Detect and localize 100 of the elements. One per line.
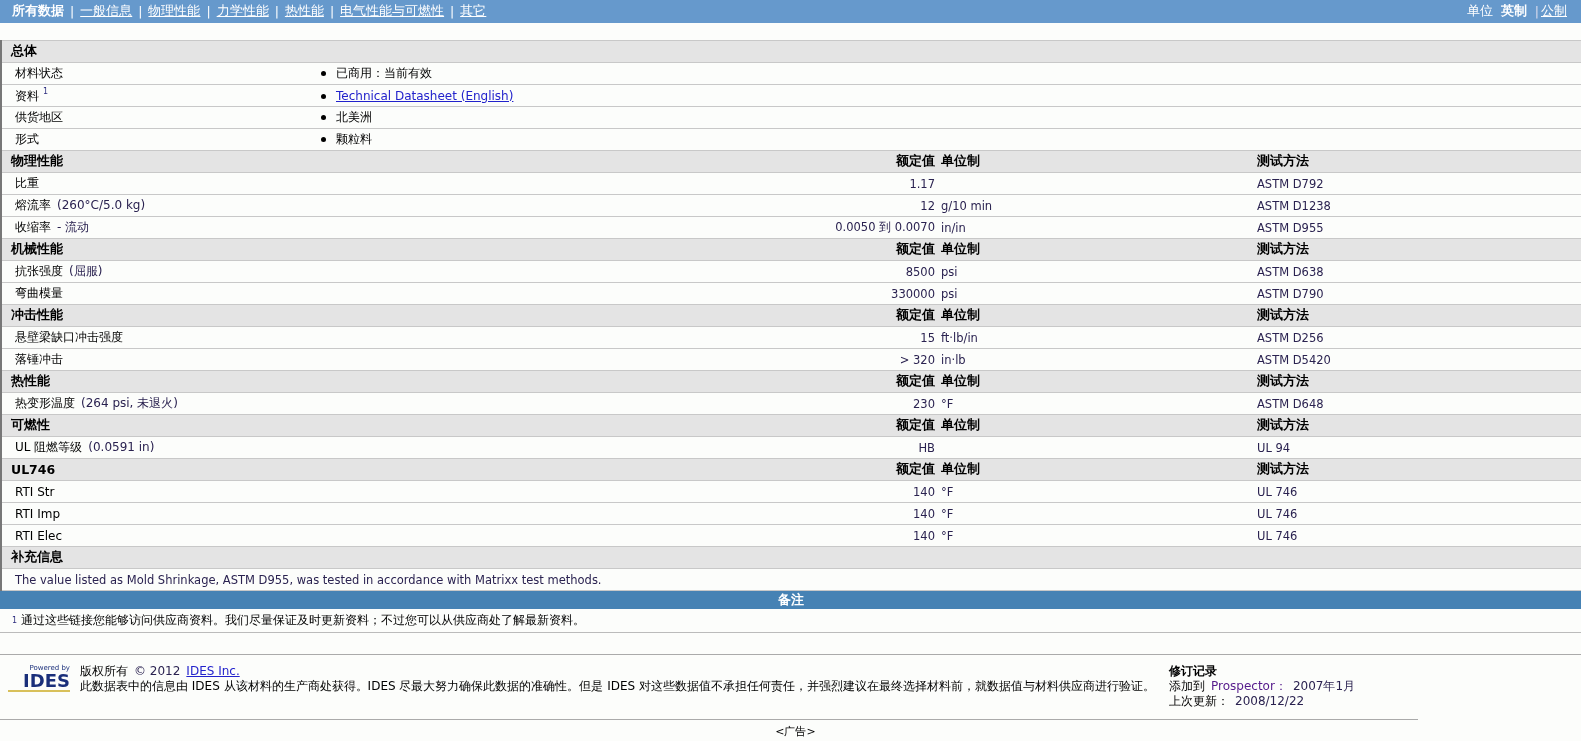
ad-label: <广告> [775,725,816,738]
column-header: 额定值 [896,417,935,432]
nav-tab[interactable]: 电气性能与可燃性 [340,3,445,20]
unit: g/10 min [941,198,993,213]
test-method: UL 746 [1257,484,1298,499]
footnote-text: 通过这些链接您能够访问供应商资料。我们尽量保证及时更新资料；不过您可以从供应商处了解最新资料。 [21,612,586,629]
column-header: 单位制 [941,241,980,256]
disclaimer-text: 此数据表中的信息由 IDES 从该材料的生产商处获得。IDES 尽最大努力确保此数据的准确性。但是 IDES 对这些数据值不承担任何责任，并强烈建议在最终选择材料前，就数据值与材料供应商进行验证。 [80,679,1155,694]
property-name: 热变形温度 [15,396,75,410]
unit-option[interactable]: 公制 [1541,3,1567,20]
column-header: 测试方法 [1257,307,1309,322]
nominal-value: 140 [913,506,935,521]
section-title: 机械性能 [11,241,63,256]
column-header: 额定值 [896,241,935,256]
test-method: UL 94 [1257,440,1291,455]
footnote-mark: 1 [43,86,49,96]
nominal-value: 0.0050 到 0.0070 [835,220,935,234]
nav-tab[interactable]: 一般信息 [80,3,133,20]
property-name: 比重 [15,176,39,190]
units-label: 单位 [1466,3,1493,20]
ides-link[interactable]: IDES Inc. [186,664,240,679]
property-name: RTI Imp [15,506,60,521]
test-method: ASTM D648 [1257,396,1324,411]
added-label: 添加到 [1169,679,1205,694]
nominal-value: 12 [920,198,935,213]
nominal-value: > 320 [899,352,935,367]
unit-option[interactable]: 英制 [1500,3,1527,20]
nominal-value: 8500 [905,264,935,279]
test-method: UL 746 [1257,528,1298,543]
updated-label: 上次更新： [1169,694,1229,709]
copyright-year: © 2012 [134,664,181,679]
test-method: ASTM D792 [1257,176,1324,191]
nominal-value: 140 [913,528,935,543]
test-method: ASTM D790 [1257,286,1324,301]
added-date: 2007年1月 [1292,679,1356,694]
property-name: 抗张强度 [15,264,63,278]
remarks-header: 备注 [0,591,1581,609]
unit: in/in [941,220,966,235]
property-name: 资料 [15,88,39,103]
nominal-value: HB [918,440,935,455]
nav-tab[interactable]: 力学性能 [216,3,269,20]
datasheet-link[interactable]: Technical Datasheet (English) [336,88,514,103]
copyright-label: 版权所有 [80,664,128,679]
nominal-value: 330000 [891,286,935,301]
property-name: 熔流率 [15,198,51,212]
column-header: 测试方法 [1257,461,1309,476]
note-text: The value listed as Mold Shrinkage, ASTM D955, was tested in accordance with Matrixx test methods. [15,572,602,587]
updated-date: 2008/12/22 [1235,694,1305,709]
property-name: UL 阻燃等级 [15,440,83,454]
column-header: 测试方法 [1257,373,1309,388]
column-header: 额定值 [896,461,935,476]
nominal-value: 230 [913,396,935,411]
property-name: 弯曲模量 [15,286,63,300]
test-method: ASTM D1238 [1257,198,1331,213]
separator: | [138,4,143,19]
test-condition: (屈服) [69,264,103,278]
section-title: 总体 [11,43,37,58]
property-name: 收缩率 [15,220,51,234]
nav-tab[interactable]: 其它 [460,3,487,20]
property-name: 落锤冲击 [15,352,63,366]
test-condition: (0.0591 in) [88,440,155,454]
column-header: 额定值 [896,153,935,168]
separator: | [450,4,455,19]
nominal-value: 15 [920,330,935,345]
column-header: 单位制 [941,417,980,432]
bullet-icon [321,71,326,76]
unit: °F [941,484,954,499]
column-header: 额定值 [896,373,935,388]
column-header: 测试方法 [1257,241,1309,256]
source-name: Prospector： [1211,679,1287,694]
nominal-value: 1.17 [909,176,935,191]
test-method: ASTM D256 [1257,330,1324,345]
unit: psi [941,286,958,301]
bullet-icon [321,93,326,99]
test-method: UL 746 [1257,506,1298,521]
test-condition: (260°C/5.0 kg) [57,198,146,212]
nav-tab[interactable]: 所有数据 [12,3,64,20]
property-name: 形式 [15,132,39,146]
property-value: 已商用：当前有效 [336,66,432,80]
nav-tab[interactable]: 物理性能 [148,3,201,20]
nav-tab[interactable]: 热性能 [284,3,324,20]
section-title: 补充信息 [11,549,63,564]
property-name: 供货地区 [15,110,63,124]
separator: | [329,4,335,19]
bullet-icon [321,137,326,142]
unit: psi [941,264,958,279]
unit: °F [941,528,954,543]
test-condition: (264 psi, 未退火) [81,396,178,410]
test-condition: - 流动 [57,220,90,234]
property-name: 悬壁梁缺口冲击强度 [15,330,123,344]
column-header: 测试方法 [1257,417,1309,432]
column-header: 额定值 [896,307,935,322]
section-title: UL746 [11,462,56,477]
unit: ft·lb/in [941,330,978,345]
separator: | [1534,4,1539,19]
unit: °F [941,506,954,521]
test-method: ASTM D638 [1257,264,1324,279]
column-header: 测试方法 [1257,153,1309,168]
section-title: 冲击性能 [11,307,63,322]
property-value: 颗粒料 [336,132,372,146]
